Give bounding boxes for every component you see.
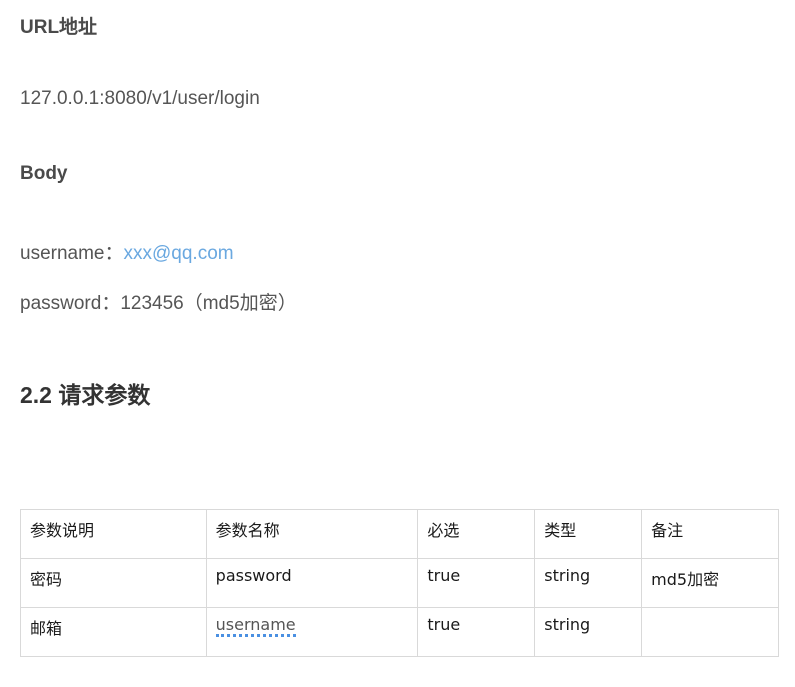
table-row: 邮箱 username true string xyxy=(20,607,779,657)
table-cell: true xyxy=(417,558,536,608)
table-cell: 密码 xyxy=(20,558,207,608)
header-cell: 参数说明 xyxy=(20,509,207,559)
table-cell: md5加密 xyxy=(641,558,779,608)
params-table: 参数说明 参数名称 必选 类型 备注 密码 password true stri… xyxy=(20,509,779,657)
table-cell: string xyxy=(534,607,643,657)
body-heading: Body xyxy=(20,163,68,184)
header-cell: 参数名称 xyxy=(205,509,419,559)
password-label: password： xyxy=(20,293,121,314)
table-cell: true xyxy=(417,607,536,657)
spellcheck-word: username xyxy=(215,615,296,637)
header-cell: 必选 xyxy=(417,509,536,559)
username-line: username：xxx@qq.com xyxy=(20,238,234,265)
table-cell: string xyxy=(534,558,643,608)
table-row: 密码 password true string md5加密 xyxy=(20,558,779,608)
table-cell: 邮箱 xyxy=(20,607,207,657)
password-line: password：123456（md5加密） xyxy=(20,288,297,315)
username-email-link[interactable]: xxx@qq.com xyxy=(124,243,234,264)
table-cell: password xyxy=(205,558,419,608)
table-cell xyxy=(641,607,779,657)
header-cell: 备注 xyxy=(641,509,779,559)
params-heading: 2.2 请求参数 xyxy=(20,382,151,408)
header-cell: 类型 xyxy=(534,509,643,559)
table-header-row: 参数说明 参数名称 必选 类型 备注 xyxy=(20,509,779,559)
url-value: 127.0.0.1:8080/v1/user/login xyxy=(20,88,260,109)
table-cell: username xyxy=(205,607,419,657)
url-heading: URL地址 xyxy=(20,17,98,38)
username-label: username： xyxy=(20,243,124,264)
password-value: 123456（md5加密） xyxy=(120,293,297,314)
